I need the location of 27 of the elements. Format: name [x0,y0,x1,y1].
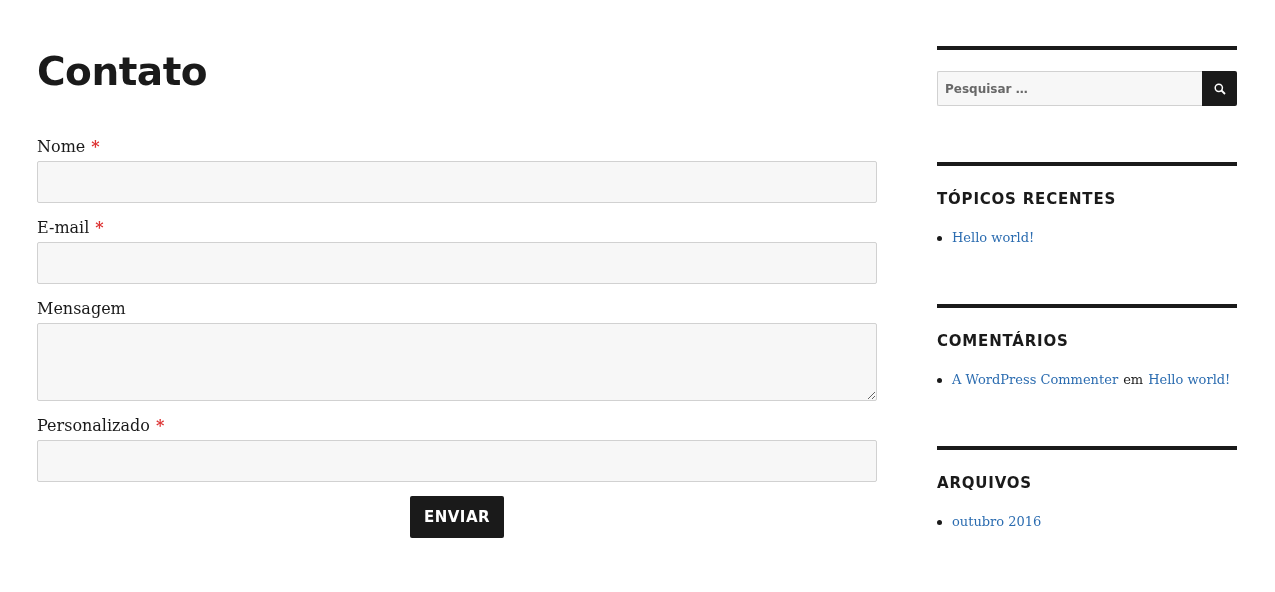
search-field[interactable]: Pesquisar … [937,71,1202,106]
page-title: Contato [37,48,209,96]
input-field[interactable] [37,161,877,203]
widget-title: TÓPICOS RECENTES [937,190,1118,208]
widget-link[interactable]: A WordPress Commenter [952,370,1119,390]
search-icon [1213,82,1226,95]
bullet-icon [937,235,942,241]
field-label: E-mail [37,217,90,239]
bullet-icon [937,519,942,525]
search-button[interactable] [1202,71,1237,106]
submit-button[interactable]: ENVIAR [409,496,505,538]
message-field[interactable] [37,323,877,401]
widget-title: ARQUIVOS [937,474,1033,492]
required-mark: * [91,136,100,158]
input-field[interactable] [37,440,877,482]
widget-link[interactable]: Hello world! [1148,370,1231,390]
field-label: Personalizado [37,415,150,437]
required-mark: * [95,217,104,239]
field-label: Mensagem [37,298,126,320]
widget-title: COMENTÁRIOS [937,332,1070,350]
bullet-icon [937,377,942,383]
widget-link[interactable]: Hello world! [952,228,1035,248]
required-mark: * [155,415,165,437]
field-label: Nome [37,136,86,158]
widget-text: em [1123,371,1144,389]
input-field[interactable] [37,242,877,284]
widget-link[interactable]: outubro 2016 [952,512,1042,532]
